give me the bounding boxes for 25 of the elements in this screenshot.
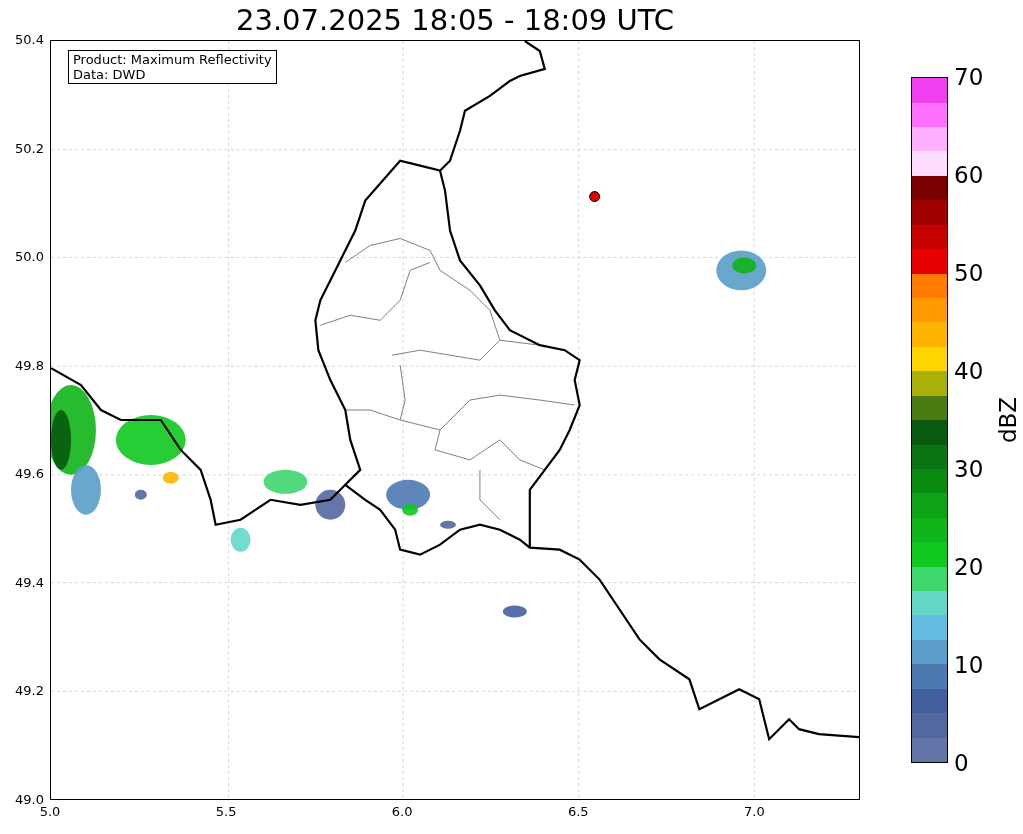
- axis-tick-label: 50.0: [15, 249, 44, 266]
- axis-tick-label: 49.4: [15, 574, 44, 591]
- axis-tick-label: 6.0: [391, 804, 413, 820]
- colorbar-tick-label: 30: [954, 456, 984, 482]
- info-text: Data: DWD: [73, 67, 147, 82]
- axis-tick-label: 49.6: [15, 466, 44, 483]
- colorbar-tick-label: 70: [954, 64, 984, 90]
- axis-tick-label: 5.5: [215, 804, 237, 820]
- colorbar-tick-label: 50: [954, 260, 984, 286]
- axis-tick-label: 50.4: [15, 32, 44, 48]
- axis-tick-label: 49.0: [15, 792, 44, 807]
- axis-tick-label: 7.0: [744, 804, 765, 820]
- axis-tick-label: 49.2: [15, 683, 44, 700]
- axis-tick-label: 6.5: [567, 804, 589, 820]
- colorbar-tick-label: 20: [954, 554, 984, 580]
- colorbar-tick-label: 40: [954, 358, 984, 384]
- colorbar-tick-label: 60: [954, 162, 984, 188]
- axis-tick-label: 5.0: [39, 804, 61, 820]
- axis-tick-label: 50.2: [15, 140, 44, 157]
- colorbar-tick-label: 10: [954, 652, 984, 678]
- info-text: Product: Maximum Reflectivity: [73, 52, 272, 67]
- colorbar-tick-label: 0: [954, 750, 969, 776]
- colorbar-label: dBZ: [995, 396, 1021, 444]
- chart-title: 23.07.2025 18:05 - 18:09 UTC: [236, 2, 674, 39]
- axis-tick-label: 49.8: [15, 357, 44, 374]
